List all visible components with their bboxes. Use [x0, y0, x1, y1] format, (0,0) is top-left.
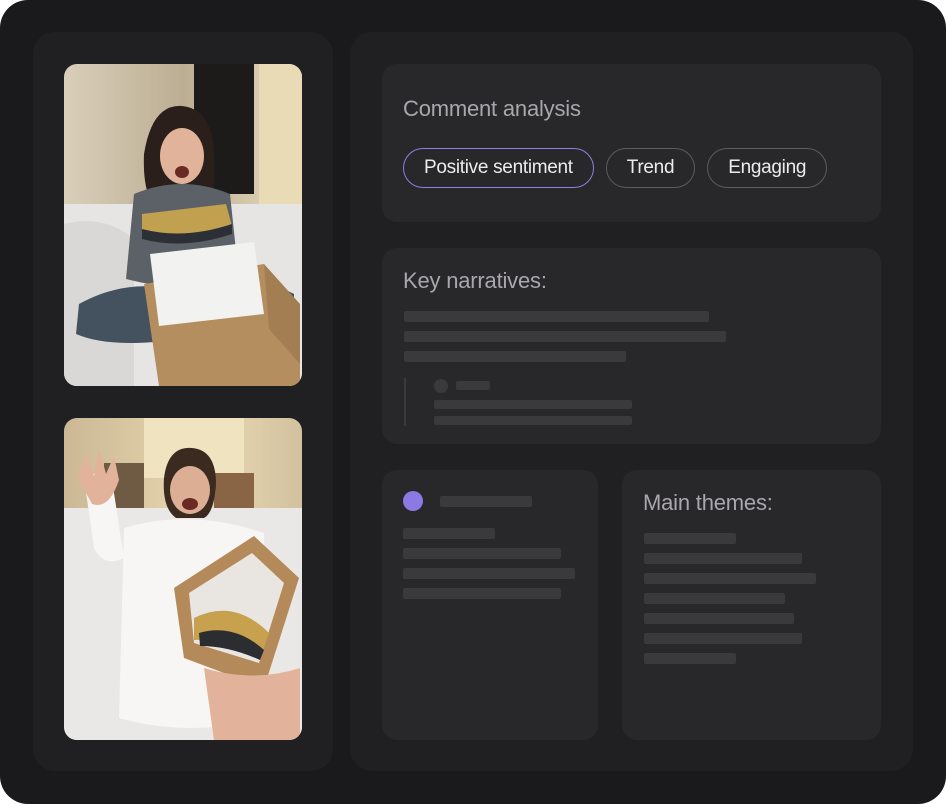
placeholder-theme-line: [644, 653, 736, 664]
comment-analysis-card: Comment analysis Positive sentiment Tren…: [382, 64, 881, 222]
placeholder-text-line: [403, 528, 495, 539]
placeholder-theme-line: [644, 613, 794, 624]
placeholder-heading: [440, 496, 532, 507]
placeholder-author: [456, 381, 490, 390]
detail-card: [382, 470, 598, 740]
placeholder-text-line: [404, 351, 626, 362]
placeholder-text-line: [404, 331, 726, 342]
main-themes-title: Main themes:: [643, 490, 773, 515]
placeholder-text-line: [403, 588, 561, 599]
sentiment-tags: Positive sentiment Trend Engaging: [403, 148, 828, 188]
placeholder-text-line: [403, 548, 561, 559]
placeholder-theme-line: [644, 573, 816, 584]
post-photo-waving-with-box[interactable]: [64, 418, 302, 740]
key-narratives-title: Key narratives:: [403, 268, 547, 293]
status-dot-icon: [403, 491, 423, 511]
main-themes-card: Main themes:: [622, 470, 881, 740]
placeholder-theme-line: [644, 533, 736, 544]
placeholder-quote-line: [434, 400, 632, 409]
placeholder-avatar: [434, 379, 448, 393]
tag-positive-sentiment[interactable]: Positive sentiment: [403, 148, 594, 188]
tag-engaging[interactable]: Engaging: [707, 148, 828, 188]
media-panel: [33, 32, 333, 771]
tag-trend[interactable]: Trend: [605, 148, 696, 188]
placeholder-text-line: [403, 568, 575, 579]
placeholder-theme-line: [644, 553, 802, 564]
placeholder-theme-line: [644, 633, 802, 644]
post-photo-unboxing-sneakers[interactable]: [64, 64, 302, 386]
analysis-panel: Comment analysis Positive sentiment Tren…: [350, 32, 913, 771]
app-frame: Comment analysis Positive sentiment Tren…: [0, 0, 946, 804]
key-narratives-card: Key narratives:: [382, 248, 881, 444]
placeholder-theme-line: [644, 593, 785, 604]
comment-analysis-title: Comment analysis: [403, 96, 581, 121]
quote-divider: [404, 378, 406, 426]
placeholder-quote-line: [434, 416, 632, 425]
placeholder-text-line: [404, 311, 709, 322]
